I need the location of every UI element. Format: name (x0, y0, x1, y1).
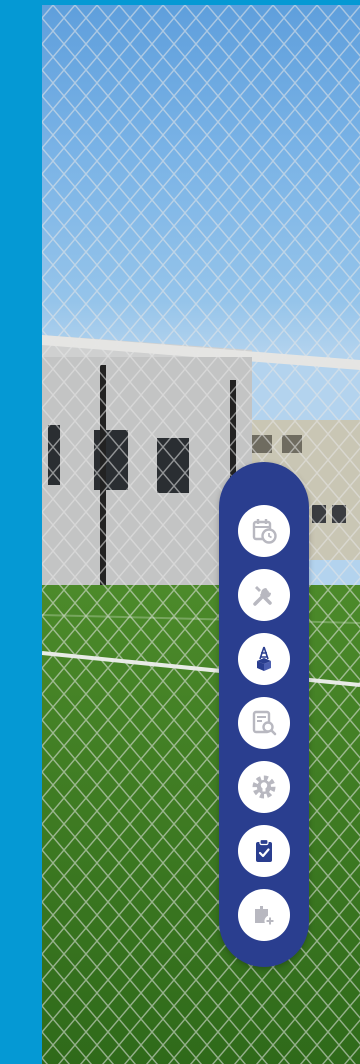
tower-box-icon (257, 646, 271, 671)
clipboard-check-icon (256, 838, 272, 862)
background-photo (42, 5, 360, 1064)
checklist-button[interactable] (238, 825, 290, 877)
add-module-icon (255, 906, 276, 927)
gear-lightbulb-icon (252, 775, 276, 799)
assets-button[interactable] (238, 633, 290, 685)
settings-ideas-button[interactable] (238, 761, 290, 813)
add-item-button[interactable] (238, 889, 290, 941)
calendar-clock-icon (252, 519, 277, 544)
document-search-icon (252, 710, 277, 736)
inspection-search-button[interactable] (238, 697, 290, 749)
tools-button[interactable] (238, 569, 290, 621)
field-scene (42, 5, 360, 1064)
tools-icon (253, 586, 272, 606)
quick-action-dock (219, 462, 309, 967)
schedule-button[interactable] (238, 505, 290, 557)
left-sidebar-strip (0, 0, 42, 1064)
